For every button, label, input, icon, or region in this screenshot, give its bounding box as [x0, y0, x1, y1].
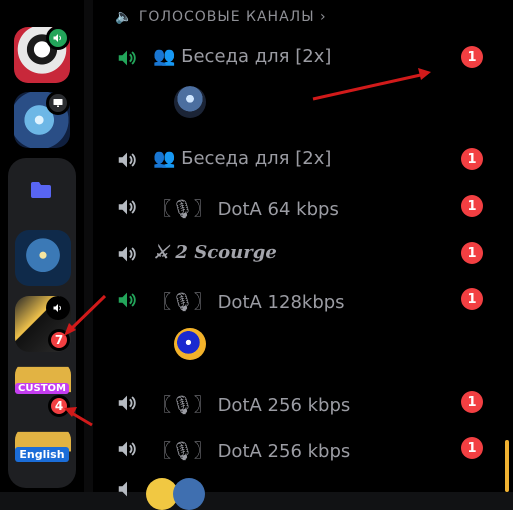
- unread-badge: 1: [461, 195, 483, 217]
- voice-badge: [46, 296, 70, 320]
- chevron-right-icon: ›: [320, 9, 327, 25]
- speaker-icon: [118, 246, 136, 262]
- rail-divider: [84, 0, 93, 492]
- mention-badge: 7: [48, 329, 70, 351]
- voice-channel[interactable]: 👥 Беседа для [2x] 1: [93, 38, 513, 78]
- channel-name: ⚔ 2 Scourge: [153, 242, 277, 263]
- scrollbar-thumb[interactable]: [505, 440, 509, 492]
- monitor-icon: [53, 99, 63, 107]
- channel-name: 〖🎙〗 DotA 128kbps: [153, 292, 345, 313]
- channel-name: 〖🎙〗 DotA 64 kbps: [153, 199, 339, 220]
- unread-badge: 1: [461, 46, 483, 68]
- unread-badge: 1: [461, 288, 483, 310]
- voice-active-badge: [46, 26, 70, 50]
- server-icon-emblem[interactable]: [15, 230, 71, 286]
- speaker-icon: [118, 292, 136, 308]
- speaker-icon: [53, 304, 61, 312]
- voice-channel[interactable]: 〖🎙〗 DotA 64 kbps 1: [93, 187, 513, 227]
- speaker-icon: [118, 50, 136, 66]
- speaker-icon: [118, 199, 136, 215]
- channel-name: 👥 Беседа для [2x]: [153, 148, 332, 169]
- unread-badge: 1: [461, 148, 483, 170]
- category-header[interactable]: 🔈 ГОЛОСОВЫЕ КАНАЛЫ ›: [115, 9, 327, 25]
- avatar[interactable]: [174, 328, 206, 360]
- voice-channel[interactable]: ⚔ 2 Scourge 1: [93, 234, 513, 274]
- category-label: ГОЛОСОВЫЕ КАНАЛЫ: [138, 9, 315, 25]
- channel-name: 〖🎙〗 DotA 256 kbps: [153, 395, 351, 416]
- voice-channel[interactable]: 〖🎙〗 DotA 128kbps 1: [93, 280, 513, 320]
- custom-tag: CUSTOM: [15, 383, 69, 394]
- avatar[interactable]: [174, 86, 206, 118]
- voice-channel[interactable]: 〖🎙〗 DotA 256 kbps 1: [93, 383, 513, 423]
- speaker-icon: [118, 481, 127, 497]
- speaker-icon: [118, 395, 136, 411]
- speaker-icon: [118, 441, 136, 457]
- channel-name: 👥 Беседа для [2x]: [153, 46, 332, 67]
- speaker-icon: [53, 34, 61, 42]
- server-rail: 7 CUSTOM 4 English: [0, 0, 84, 492]
- screen-share-badge: [46, 91, 70, 115]
- voice-channel[interactable]: 〖🎙〗 DotA 256 kbps 1: [93, 429, 513, 469]
- speaker-icon: 🔈: [115, 9, 134, 25]
- speaker-icon: [118, 152, 136, 168]
- unread-badge: 1: [461, 391, 483, 413]
- avatar[interactable]: [173, 478, 205, 510]
- voice-channel[interactable]: 👥 Беседа для [2x] 1: [93, 140, 513, 180]
- english-tag: English: [15, 447, 69, 462]
- channel-name: 〖🎙〗 DotA 256 kbps: [153, 441, 351, 462]
- unread-badge: 1: [461, 242, 483, 264]
- mention-badge: 4: [48, 395, 70, 417]
- folder-icon[interactable]: [30, 181, 52, 199]
- channel-list[interactable]: 🔈 ГОЛОСОВЫЕ КАНАЛЫ › 👥 Беседа для [2x] 1…: [93, 0, 513, 510]
- unread-badge: 1: [461, 437, 483, 459]
